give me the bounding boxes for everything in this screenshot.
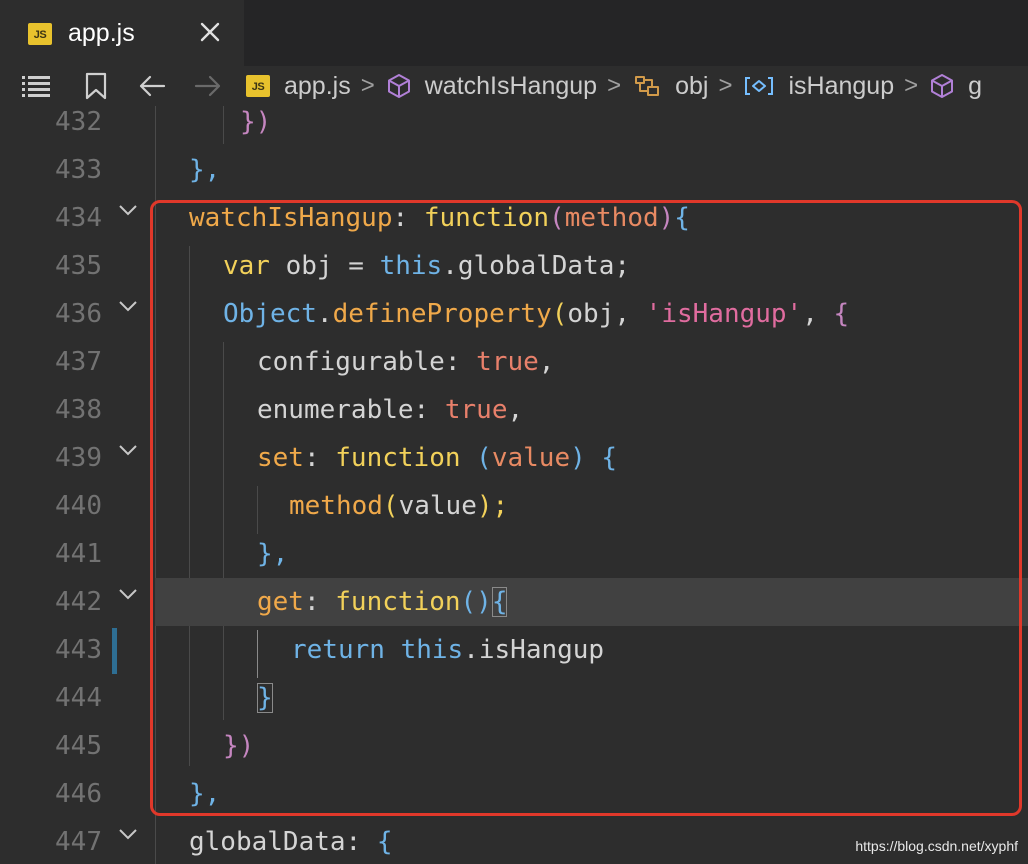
line-number: 440 (55, 491, 102, 521)
line-number: 446 (55, 779, 102, 809)
code-line: 442 get: function(){ (0, 578, 1028, 626)
code-line: 435 var obj = this.globalData; (0, 242, 1028, 290)
code-line: 443 return this.isHangup (0, 626, 1028, 674)
code-line: 438 enumerable: true, (0, 386, 1028, 434)
breadcrumb-separator: > (718, 72, 733, 99)
line-number: 444 (55, 683, 102, 713)
line-number: 434 (55, 203, 102, 233)
method-cube-icon (387, 73, 411, 99)
breadcrumb-separator: > (904, 72, 919, 99)
breadcrumb-item-watchishangup[interactable]: watchIsHangup (387, 72, 597, 101)
js-file-icon: JS (246, 75, 270, 97)
code-text: }) (223, 731, 255, 761)
line-number: 447 (55, 827, 102, 857)
code-line: 434 watchIsHangup: function(method){ (0, 194, 1028, 242)
line-number: 443 (55, 635, 102, 665)
breadcrumb-label: watchIsHangup (424, 71, 598, 100)
code-line: 436 Object.defineProperty(obj, 'isHangup… (0, 290, 1028, 338)
code-text: get: function(){ (257, 587, 508, 617)
breadcrumb-label: obj (675, 71, 709, 100)
list-icon[interactable] (14, 66, 58, 106)
breadcrumb-item-file[interactable]: JS app.js (246, 72, 351, 101)
line-number: 435 (55, 251, 102, 281)
line-number: 438 (55, 395, 102, 425)
code-line: 437 configurable: true, (0, 338, 1028, 386)
tab-title: app.js (68, 18, 135, 47)
tab-bar: JS app.js (0, 0, 1028, 66)
code-text: watchIsHangup: function(method){ (189, 203, 690, 233)
code-line: 433 }, (0, 146, 1028, 194)
code-line: 432 }) (0, 106, 1028, 146)
code-text: }) (240, 107, 272, 137)
code-text: enumerable: true, (257, 395, 524, 425)
code-text: }, (189, 155, 221, 185)
breadcrumb-item-g[interactable]: g (930, 72, 982, 101)
matched-bracket: } (257, 683, 273, 713)
line-number: 441 (55, 539, 102, 569)
chevron-down-icon[interactable] (116, 584, 140, 604)
method-cube-icon (930, 73, 954, 99)
code-text: var obj = this.globalData; (223, 251, 631, 281)
breadcrumb-item-ishangup[interactable]: isHangup (744, 72, 894, 101)
line-number: 439 (55, 443, 102, 473)
code-text: Object.defineProperty(obj, 'isHangup', { (223, 299, 850, 329)
watermark: https://blog.csdn.net/xyphf (855, 838, 1018, 854)
bookmark-icon[interactable] (74, 66, 118, 106)
chevron-down-icon[interactable] (116, 440, 140, 460)
code-text: set: function (value) { (257, 443, 618, 473)
line-number: 445 (55, 731, 102, 761)
code-text: }, (257, 539, 289, 569)
code-text: method(value); (289, 491, 509, 521)
chevron-down-icon[interactable] (116, 824, 140, 844)
code-text: return this.isHangup (291, 635, 605, 665)
line-number: 436 (55, 299, 102, 329)
code-line: 445 }) (0, 722, 1028, 770)
breadcrumb-label: g (968, 71, 983, 100)
breadcrumb-separator: > (607, 72, 622, 99)
line-number: 442 (55, 587, 102, 617)
chevron-down-icon[interactable] (116, 296, 140, 316)
breadcrumb-separator: > (360, 72, 375, 99)
code-text: } (257, 674, 273, 722)
code-line: 440 method(value); (0, 482, 1028, 530)
line-number: 432 (55, 107, 102, 137)
code-text: configurable: true, (257, 347, 555, 377)
chevron-down-icon[interactable] (116, 200, 140, 220)
code-text: }, (189, 779, 221, 809)
breadcrumb-label: app.js (284, 71, 351, 100)
breadcrumb: JS app.js > watchIsHangup > obj > isHang… (0, 66, 1028, 106)
code-editor[interactable]: 432 }) 433 }, 434 watchIsHangup: functio… (0, 106, 1028, 864)
back-arrow-icon[interactable] (130, 66, 174, 106)
close-icon[interactable] (196, 18, 224, 46)
breadcrumb-item-obj[interactable]: obj (633, 72, 708, 101)
code-line: 439 set: function (value) { (0, 434, 1028, 482)
js-file-icon: JS (28, 23, 52, 45)
matched-bracket: { (491, 587, 508, 617)
property-icon (744, 75, 774, 97)
tab-app-js[interactable]: JS app.js (0, 0, 244, 66)
line-number: 433 (55, 155, 102, 185)
forward-arrow-icon[interactable] (186, 66, 230, 106)
code-line: 441 }, (0, 530, 1028, 578)
code-line: 446 }, (0, 770, 1028, 818)
breadcrumb-label: isHangup (788, 71, 895, 100)
line-number: 437 (55, 347, 102, 377)
code-text: globalData: { (189, 827, 393, 857)
code-line: 444 } (0, 674, 1028, 722)
field-icon (633, 73, 661, 99)
